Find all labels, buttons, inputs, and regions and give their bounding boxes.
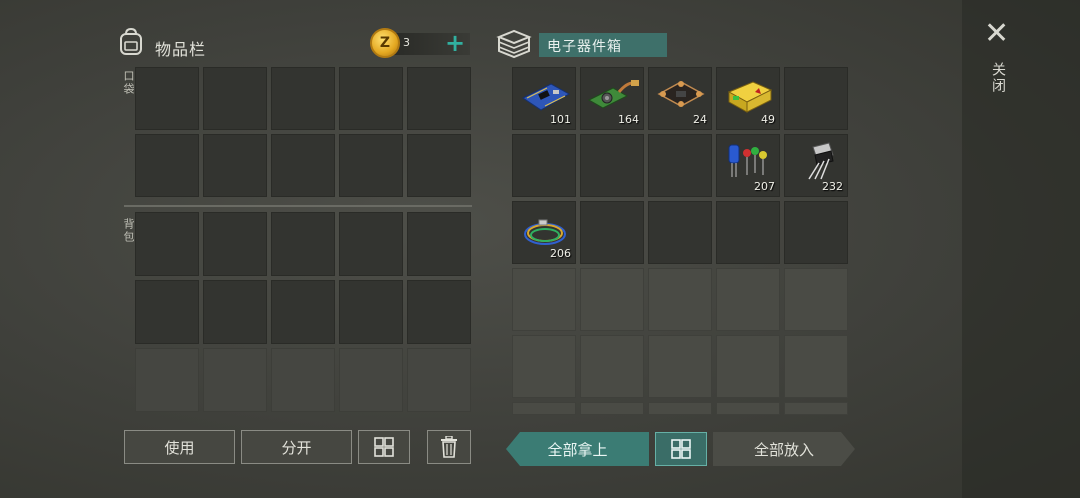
split-button[interactable]: 分开 xyxy=(241,430,352,464)
capacitors-icon xyxy=(728,144,767,177)
item-quantity: 164 xyxy=(618,113,639,126)
container-slot-sensor-board[interactable]: 164 xyxy=(580,67,644,130)
circuit-board-icon xyxy=(522,83,571,111)
backpack-icon xyxy=(120,28,142,55)
container-slot-transistor[interactable]: 232 xyxy=(784,134,848,197)
add-coins-button[interactable]: + xyxy=(445,30,465,56)
sort-inventory-button[interactable] xyxy=(358,430,410,464)
container-slot-locked[interactable] xyxy=(512,402,576,415)
container-slot-locked[interactable] xyxy=(784,402,848,415)
pocket-slot[interactable] xyxy=(135,67,199,130)
backpack-slot-locked[interactable] xyxy=(407,348,471,412)
battery-pack-icon xyxy=(727,81,773,113)
item-quantity: 206 xyxy=(550,247,571,260)
trash-button[interactable] xyxy=(427,430,471,464)
container-slot-locked[interactable] xyxy=(580,268,644,331)
close-label[interactable]: 关闭 xyxy=(988,62,1008,94)
container-slot[interactable] xyxy=(716,201,780,264)
container-slot-wires[interactable]: 206 xyxy=(512,201,576,264)
backpack-slot-locked[interactable] xyxy=(203,348,267,412)
container-slot-capacitors[interactable]: 207 xyxy=(716,134,780,197)
backpack-slot[interactable] xyxy=(203,280,267,344)
wires-icon xyxy=(524,219,566,245)
sensor-board-icon xyxy=(587,80,639,109)
pocket-slot[interactable] xyxy=(339,67,403,130)
container-slot-locked[interactable] xyxy=(648,268,712,331)
backpack-slot[interactable] xyxy=(135,212,199,276)
inventory-title: 物品栏 xyxy=(155,40,207,59)
backpack-slot-locked[interactable] xyxy=(135,348,199,412)
sort-icon xyxy=(374,437,394,457)
item-quantity: 101 xyxy=(550,113,571,126)
container-slot-locked[interactable] xyxy=(580,402,644,415)
right-side-panel xyxy=(962,0,1080,498)
pocket-slot[interactable] xyxy=(407,67,471,130)
backpack-slot-locked[interactable] xyxy=(271,348,335,412)
item-quantity: 24 xyxy=(693,113,707,126)
flight-controller-icon xyxy=(657,81,705,107)
backpack-slot[interactable] xyxy=(271,280,335,344)
container-slot-locked[interactable] xyxy=(580,335,644,398)
pocket-slot[interactable] xyxy=(339,134,403,197)
coin-count: 3 xyxy=(403,36,410,49)
close-icon[interactable]: ✕ xyxy=(984,19,1009,49)
container-slot-locked[interactable] xyxy=(784,268,848,331)
backpack-slot[interactable] xyxy=(135,280,199,344)
container-slot-locked[interactable] xyxy=(716,335,780,398)
section-divider xyxy=(124,205,472,207)
container-slot[interactable] xyxy=(784,67,848,130)
container-slot[interactable] xyxy=(580,201,644,264)
container-box-icon xyxy=(496,29,532,59)
container-slot-flight-controller[interactable]: 24 xyxy=(648,67,712,130)
item-quantity: 49 xyxy=(761,113,775,126)
backpack-slot[interactable] xyxy=(339,280,403,344)
take-all-button[interactable]: 全部拿上 xyxy=(506,432,649,466)
container-slot-locked[interactable] xyxy=(512,335,576,398)
backpack-label: 背包 xyxy=(122,218,135,244)
pocket-label: 口袋 xyxy=(122,70,135,96)
put-all-button[interactable]: 全部放入 xyxy=(713,432,855,466)
backpack-slot[interactable] xyxy=(271,212,335,276)
sort-icon xyxy=(671,439,691,459)
pocket-slot[interactable] xyxy=(203,67,267,130)
container-slot[interactable] xyxy=(784,201,848,264)
container-grid: 101 164 24 49 207 232 206 xyxy=(512,67,848,415)
use-button[interactable]: 使用 xyxy=(124,430,235,464)
pocket-slot[interactable] xyxy=(135,134,199,197)
container-slot-locked[interactable] xyxy=(716,268,780,331)
container-slot-locked[interactable] xyxy=(648,335,712,398)
container-slot-locked[interactable] xyxy=(784,335,848,398)
backpack-slot[interactable] xyxy=(339,212,403,276)
pocket-slot[interactable] xyxy=(203,134,267,197)
coin-icon: Z xyxy=(370,28,400,58)
container-slot-locked[interactable] xyxy=(648,402,712,415)
container-slot[interactable] xyxy=(648,201,712,264)
pocket-slot[interactable] xyxy=(407,134,471,197)
backpack-slot[interactable] xyxy=(407,280,471,344)
transistor-icon xyxy=(808,142,834,180)
container-slot-locked[interactable] xyxy=(512,268,576,331)
backpack-grid xyxy=(135,212,471,412)
container-slot-battery-pack[interactable]: 49 xyxy=(716,67,780,130)
pocket-grid xyxy=(135,67,471,197)
pocket-slot[interactable] xyxy=(271,134,335,197)
backpack-slot[interactable] xyxy=(203,212,267,276)
container-slot[interactable] xyxy=(648,134,712,197)
pocket-slot[interactable] xyxy=(271,67,335,130)
item-quantity: 207 xyxy=(754,180,775,193)
container-slot-locked[interactable] xyxy=(716,402,780,415)
container-slot[interactable] xyxy=(580,134,644,197)
container-title: 电子器件箱 xyxy=(547,39,622,55)
item-quantity: 232 xyxy=(822,180,843,193)
trash-icon xyxy=(441,436,457,458)
backpack-slot-locked[interactable] xyxy=(339,348,403,412)
container-slot-circuit-board[interactable]: 101 xyxy=(512,67,576,130)
sort-container-button[interactable] xyxy=(655,432,707,466)
container-slot[interactable] xyxy=(512,134,576,197)
backpack-slot[interactable] xyxy=(407,212,471,276)
